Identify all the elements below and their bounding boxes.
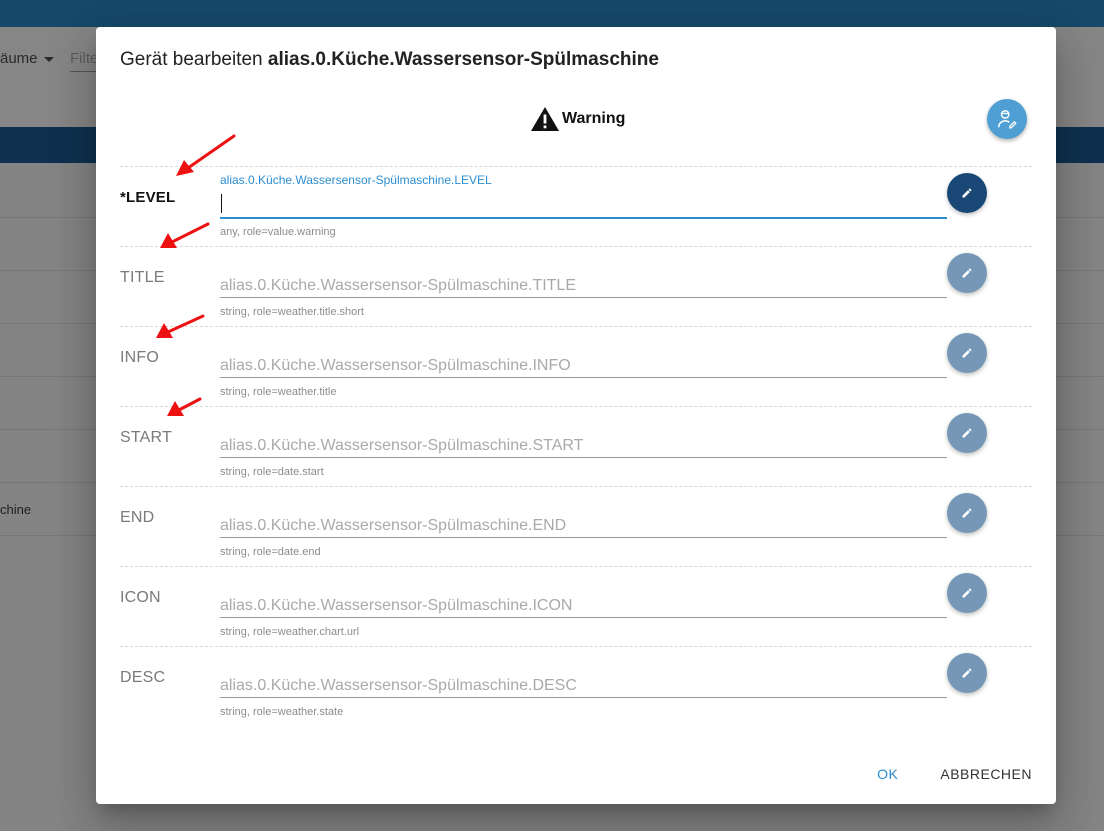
list-divider: [1050, 535, 1104, 536]
app-topbar: [0, 0, 1104, 27]
rooms-dropdown-label: äume: [0, 50, 38, 67]
dialog-actions: OK ABBRECHEN: [869, 760, 1040, 788]
edit-device-dialog: Gerät bearbeiten alias.0.Küche.Wassersen…: [96, 27, 1056, 804]
table-header: [1050, 127, 1104, 163]
list-divider: [0, 535, 110, 536]
list-divider: [1050, 376, 1104, 377]
table-header: [0, 127, 110, 163]
list-divider: [1050, 270, 1104, 271]
ok-button[interactable]: OK: [869, 760, 906, 788]
annotation-arrow-icon: [156, 134, 236, 416]
list-divider: [0, 429, 110, 430]
list-divider: [0, 482, 110, 483]
list-divider: [0, 323, 110, 324]
chevron-down-icon: [43, 56, 54, 62]
list-divider: [0, 217, 110, 218]
list-divider: [1050, 429, 1104, 430]
list-divider: [1050, 482, 1104, 483]
list-divider: [0, 270, 110, 271]
list-divider: [0, 376, 110, 377]
rooms-dropdown[interactable]: äume: [0, 50, 54, 67]
cancel-button[interactable]: ABBRECHEN: [932, 760, 1040, 788]
list-divider: [1050, 217, 1104, 218]
list-divider: [1050, 323, 1104, 324]
list-item[interactable]: chine: [0, 502, 31, 517]
